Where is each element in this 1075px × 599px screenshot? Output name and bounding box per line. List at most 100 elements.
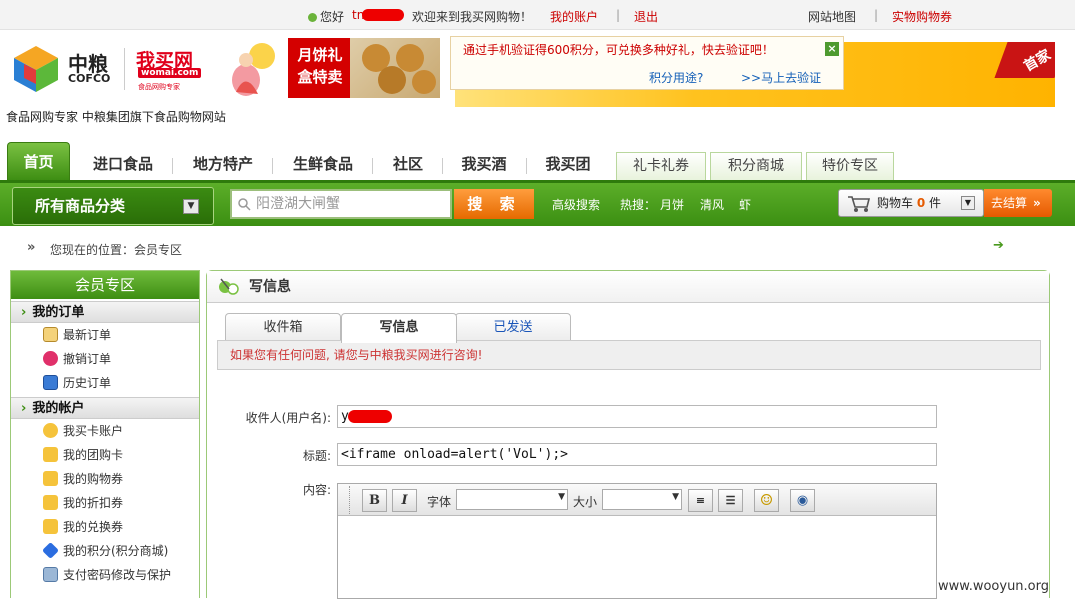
online-dot-icon [308, 13, 317, 22]
tab-points-mall[interactable]: 积分商城 [710, 152, 802, 180]
tab-specials[interactable]: 特价专区 [806, 152, 894, 180]
logout-link[interactable]: 退出 [634, 8, 658, 25]
logo-divider [124, 48, 125, 90]
ordered-list-icon[interactable]: ≡ [688, 489, 713, 512]
search-input[interactable]: 阳澄湖大闸蟹 [230, 189, 452, 219]
sitemap-link[interactable]: 网站地图 [808, 8, 856, 25]
hot-search-shrimp[interactable]: 虾 [739, 196, 751, 213]
tab-write-message[interactable]: 写信息 [341, 313, 457, 343]
sidebar-item-cancel-orders[interactable]: 撤销订单 [11, 347, 199, 371]
close-icon[interactable]: × [825, 42, 839, 56]
checkout-button[interactable]: 去结算 » [984, 189, 1052, 217]
cart-label: 购物车 [877, 196, 914, 210]
main-nav: 首页 进口食品 地方特产 生鲜食品 社区 我买酒 我买团 礼卡礼券 积分商城 特… [0, 140, 1075, 180]
sidebar-item-history-orders[interactable]: 历史订单 [11, 371, 199, 395]
sidebar-item-shopping-coupon[interactable]: 我的购物券 [11, 467, 199, 491]
order-edit-icon [43, 327, 58, 342]
editor-toolbar: B I 字体 ▼ 大小 ▼ ≡ ☰ ☺ ◉ [338, 484, 936, 516]
verify-popup-text: 通过手机验证得600积分，可兑换多种好礼，快去验证吧！ [463, 43, 774, 57]
top-bar: 您好 tn 欢迎来到我买网购物！ 我的账户 | 退出 网站地图 | 实物购物券 [0, 0, 1075, 30]
sidebar-item-exchange-coupon[interactable]: 我的兑换券 [11, 515, 199, 539]
sidebar-title: 会员专区 [11, 271, 199, 299]
panel-title: 写信息 [249, 279, 291, 295]
chevron-down-icon: ▼ [961, 196, 975, 210]
arrow-right-icon[interactable]: ➔ [993, 238, 1004, 253]
hot-search-mooncake[interactable]: 月饼 [660, 196, 684, 213]
tab-wine[interactable]: 我买酒 [448, 150, 520, 180]
toolbar-grip [340, 486, 350, 514]
italic-button[interactable]: I [392, 489, 417, 512]
cart-unit: 件 [929, 196, 942, 210]
tab-home[interactable]: 首页 [7, 142, 70, 180]
tab-group-buy[interactable]: 我买团 [532, 150, 604, 180]
category-dropdown[interactable]: 所有商品分类 ▼ [12, 187, 214, 225]
help-notice: 如果您有任何问题, 请您与中粮我买网进行咨询! [217, 340, 1041, 370]
hot-search-label: 热搜： [620, 198, 657, 212]
font-select[interactable]: ▼ [456, 489, 568, 510]
womai-sub: 食品网购专家 [138, 83, 180, 91]
category-label: 所有商品分类 [35, 197, 126, 215]
tab-inbox[interactable]: 收件箱 [225, 313, 341, 341]
redaction-mark [362, 9, 404, 21]
greeting: 您好 [308, 8, 344, 25]
coupon-icon [43, 495, 58, 510]
divider: | [874, 8, 879, 22]
tab-community[interactable]: 社区 [380, 150, 436, 180]
sidebar-item-latest-orders[interactable]: 最新订单 [11, 323, 199, 347]
advanced-search-link[interactable]: 高级搜索 [552, 196, 600, 213]
subject-input[interactable]: <iframe onload=alert('VoL');> [337, 443, 937, 466]
mooncake-banner[interactable]: 月饼礼盒特卖 [288, 38, 440, 98]
sidebar-section-account: › 我的帐户 [11, 397, 199, 419]
divider: | [616, 8, 621, 22]
font-label: 字体 [427, 495, 452, 509]
size-select[interactable]: ▼ [602, 489, 682, 510]
breadcrumb: 您现在的位置：会员专区 [50, 243, 183, 257]
rich-text-editor[interactable]: B I 字体 ▼ 大小 ▼ ≡ ☰ ☺ ◉ [337, 483, 937, 599]
hot-search-qingfeng[interactable]: 清风 [700, 196, 724, 213]
watermark: www.wooyun.org [938, 579, 1050, 594]
tab-sent[interactable]: 已发送 [455, 313, 571, 341]
bold-button[interactable]: B [362, 489, 387, 512]
emoticon-icon[interactable]: ☺ [754, 489, 779, 512]
sidebar-item-payment-password[interactable]: 支付密码修改与保护 [11, 563, 199, 587]
coins-icon [43, 423, 58, 438]
my-account-link[interactable]: 我的账户 [550, 8, 598, 25]
verify-now-link[interactable]: >>马上去验证 [741, 69, 821, 86]
keyboard-icon [43, 567, 58, 582]
verify-popup: 通过手机验证得600积分，可兑换多种好礼，快去验证吧！ × 积分用途? >>马上… [450, 36, 844, 90]
search-placeholder: 阳澄湖大闸蟹 [256, 196, 340, 212]
sidebar-section-orders: › 我的订单 [11, 301, 199, 323]
points-usage-link[interactable]: 积分用途? [649, 69, 703, 86]
tab-local-specialty[interactable]: 地方特产 [180, 150, 266, 180]
coupon-icon [43, 471, 58, 486]
sidebar-item-group-card[interactable]: 我的团购卡 [11, 443, 199, 467]
double-chevron-right-icon: » [1033, 196, 1041, 210]
search-button[interactable]: 搜 索 [454, 189, 534, 219]
panel-header: 写信息 [207, 271, 1049, 303]
message-panel: 写信息 收件箱 写信息 已发送 如果您有任何问题, 请您与中粮我买网进行咨询! … [206, 270, 1050, 599]
content-label: 内容: [302, 483, 331, 497]
coupon-icon [43, 519, 58, 534]
cart-widget[interactable]: 购物车 0 件 ▼ [838, 189, 984, 217]
search-bar: 所有商品分类 ▼ 阳澄湖大闸蟹 搜 索 高级搜索 热搜： 月饼 清风 虾 购物车 … [0, 180, 1075, 226]
sidebar-item-discount-coupon[interactable]: 我的折扣券 [11, 491, 199, 515]
sidebar-item-points[interactable]: 我的积分(积分商城) [11, 539, 199, 563]
tab-gift-cards[interactable]: 礼卡礼券 [616, 152, 706, 180]
cofco-logo[interactable] [10, 44, 62, 97]
coupon-link[interactable]: 实物购物券 [892, 8, 952, 25]
chevron-down-icon: ▼ [672, 492, 679, 502]
recipient-input[interactable]: y [337, 405, 937, 428]
cart-count: 0 [916, 196, 926, 210]
insert-image-icon[interactable]: ◉ [790, 489, 815, 512]
brand-en: COFCO [68, 72, 111, 85]
double-chevron-right-icon: » [27, 240, 36, 255]
chevron-down-icon: ▼ [558, 492, 565, 502]
recipient-label: 收件人(用户名): [245, 411, 331, 425]
welcome-text: 欢迎来到我买网购物！ [412, 10, 533, 24]
tab-fresh-food[interactable]: 生鲜食品 [280, 150, 366, 180]
sidebar-item-card-account[interactable]: 我买卡账户 [11, 419, 199, 443]
subject-label: 标题: [302, 449, 331, 463]
tab-imported-food[interactable]: 进口食品 [80, 150, 166, 180]
bullet-list-icon[interactable]: ☰ [718, 489, 743, 512]
diamond-icon [42, 542, 59, 559]
